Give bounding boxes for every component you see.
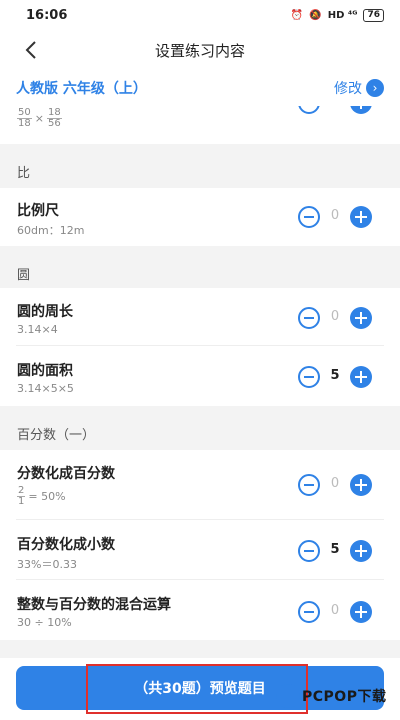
plus-icon[interactable] <box>350 366 372 388</box>
quantity-value: 0 <box>330 476 340 491</box>
item-title: 圆的面积 <box>17 363 73 379</box>
item-title: 百分数化成小数 <box>17 537 115 553</box>
nav-bar: 设置练习内容 <box>0 30 400 70</box>
page-title: 设置练习内容 <box>154 41 245 60</box>
section-title: 比 <box>17 166 31 181</box>
minus-icon[interactable] <box>298 601 320 623</box>
pcpop-logo-icon <box>276 684 300 708</box>
minus-icon[interactable] <box>298 366 320 388</box>
plus-icon[interactable] <box>350 601 372 623</box>
battery-icon: 76 <box>363 8 384 22</box>
minus-icon[interactable] <box>298 106 320 114</box>
list-item-partial: 5018 × 1856 5 <box>0 106 400 144</box>
plus-icon[interactable] <box>350 106 372 114</box>
quantity-stepper: 5 <box>298 540 372 562</box>
minus-icon[interactable] <box>298 206 320 228</box>
item-title: 分数化成百分数 <box>17 466 115 482</box>
status-bar: 16:06 ⏰ 🔕 HD ⁴ᴳ 76 <box>0 0 400 30</box>
section-title: 圆 <box>17 268 31 283</box>
item-example: 33%＝0.33 <box>17 558 77 571</box>
edition-label: 人教版 六年级（上） <box>16 81 147 97</box>
item-title: 比例尺 <box>17 203 59 219</box>
quantity-value: 0 <box>330 603 340 618</box>
watermark: PCPOP下载 <box>276 684 386 708</box>
item-title: 整数与百分数的混合运算 <box>17 597 171 613</box>
quantity-stepper: 0 <box>298 206 372 228</box>
minus-icon[interactable] <box>298 474 320 496</box>
mute-icon: 🔕 <box>309 9 322 21</box>
list-item[interactable]: 圆的面积 3.14×5×5 5 <box>0 346 400 406</box>
status-icons: ⏰ 🔕 HD ⁴ᴳ 76 <box>290 8 384 22</box>
status-time: 16:06 <box>26 7 68 23</box>
item-example: 3.14×4 <box>17 323 58 336</box>
item-example: 30 ÷ 10% <box>17 616 72 629</box>
quantity-value: 0 <box>330 309 340 324</box>
list-item[interactable]: 百分数化成小数 33%＝0.33 5 <box>0 520 400 580</box>
plus-icon[interactable] <box>350 206 372 228</box>
list-item[interactable]: 比例尺 60dm：12m 0 <box>0 188 400 246</box>
item-example: 60dm：12m <box>17 224 85 237</box>
minus-icon[interactable] <box>298 540 320 562</box>
quantity-value: 5 <box>330 542 340 557</box>
watermark-text: PCPOP下载 <box>302 689 387 705</box>
back-arrow-icon[interactable] <box>20 38 44 62</box>
list-item[interactable]: 整数与百分数的混合运算 30 ÷ 10% 0 <box>0 580 400 640</box>
quantity-stepper: 5 <box>298 366 372 388</box>
plus-icon[interactable] <box>350 540 372 562</box>
quantity-value: 0 <box>330 208 340 223</box>
quantity-stepper: 5 <box>298 106 372 114</box>
list-item[interactable]: 圆的周长 3.14×4 0 <box>0 288 400 346</box>
quantity-stepper: 0 <box>298 307 372 329</box>
section-title: 百分数（一） <box>17 428 96 443</box>
exercise-list[interactable]: 5018 × 1856 5 比 比例尺 60dm：12m 0 圆 圆的周长 3.… <box>0 106 400 720</box>
item-example: 21 = 50% <box>17 485 66 507</box>
edit-edition-button[interactable]: 修改 › <box>334 78 384 98</box>
quantity-stepper: 0 <box>298 474 372 496</box>
quantity-value: 5 <box>324 106 346 109</box>
alarm-icon: ⏰ <box>290 9 304 21</box>
list-item[interactable]: 分数化成百分数 21 = 50% 0 <box>0 450 400 520</box>
edition-bar: 人教版 六年级（上） 修改 › <box>0 70 400 106</box>
quantity-value: 5 <box>330 368 340 383</box>
item-title: 圆的周长 <box>17 304 73 320</box>
quantity-stepper: 0 <box>298 601 372 623</box>
signal-indicator: HD ⁴ᴳ <box>327 9 358 21</box>
item-example: 3.14×5×5 <box>17 382 74 395</box>
chevron-right-icon: › <box>366 79 384 97</box>
edit-label: 修改 <box>334 81 362 97</box>
plus-icon[interactable] <box>350 307 372 329</box>
plus-icon[interactable] <box>350 474 372 496</box>
minus-icon[interactable] <box>298 307 320 329</box>
item-example: 50 18 × 18 56 <box>17 107 62 129</box>
